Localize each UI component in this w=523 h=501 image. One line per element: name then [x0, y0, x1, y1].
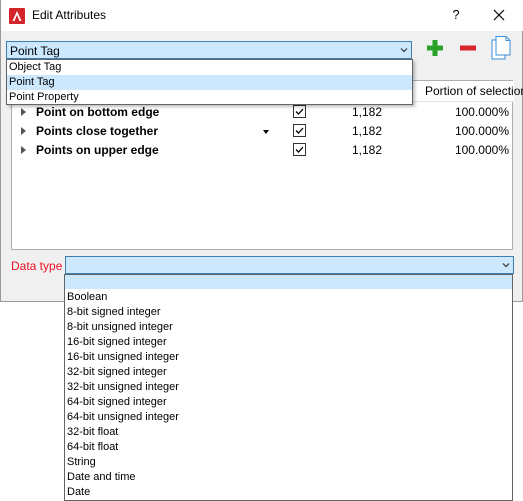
row-name: Points on upper edge [36, 143, 159, 157]
data-type-select[interactable] [65, 256, 514, 274]
close-button[interactable] [488, 4, 510, 26]
dropdown-option[interactable]: 32-bit unsigned integer [67, 381, 179, 393]
window-title: Edit Attributes [32, 8, 107, 22]
app-logo-icon [9, 8, 25, 24]
chevron-down-icon [502, 263, 510, 268]
category-select-value: Point Tag [10, 44, 60, 58]
dropdown-option-blank[interactable] [65, 275, 512, 289]
row-count: 1,182 [352, 143, 383, 157]
table-row[interactable]: Point on bottom edge 1,182 100.000% [12, 103, 512, 122]
dropdown-option[interactable]: 32-bit signed integer [67, 366, 167, 378]
dropdown-option[interactable]: Boolean [67, 291, 107, 303]
dropdown-option[interactable]: 64-bit unsigned integer [67, 411, 179, 423]
dropdown-option[interactable]: Point Property [7, 90, 412, 105]
dropdown-option[interactable]: 16-bit unsigned integer [67, 351, 179, 363]
dropdown-option[interactable]: Date and time [67, 471, 135, 483]
dropdown-option[interactable]: Object Tag [7, 60, 412, 75]
copy-document-icon [491, 36, 511, 60]
title-bar: Edit Attributes ? [1, 0, 523, 31]
close-icon [493, 9, 505, 21]
dropdown-option[interactable]: 64-bit float [67, 441, 118, 453]
row-checkbox[interactable] [293, 143, 306, 156]
row-checkbox[interactable] [293, 124, 306, 137]
row-portion: 100.000% [454, 143, 509, 157]
category-dropdown-list: Object Tag Point Tag Point Property [6, 59, 413, 105]
table-row[interactable]: Points on upper edge 1,182 100.000% [12, 141, 512, 160]
row-checkbox[interactable] [293, 105, 306, 118]
table-row[interactable]: Points close together 1,182 100.000% [12, 122, 512, 141]
dropdown-option[interactable]: Point Tag [7, 75, 412, 90]
copy-attribute-button[interactable] [490, 35, 512, 61]
expand-arrow-icon[interactable] [21, 108, 26, 116]
expand-arrow-icon[interactable] [21, 127, 26, 135]
checkmark-icon [295, 146, 304, 153]
remove-attribute-button[interactable] [458, 38, 478, 58]
row-portion: 100.000% [454, 124, 509, 138]
dropdown-option[interactable]: Date [67, 486, 90, 498]
chevron-down-icon [400, 48, 408, 53]
add-attribute-button[interactable] [425, 38, 445, 58]
data-type-dropdown-list: Boolean 8-bit signed integer 8-bit unsig… [64, 274, 513, 501]
dropdown-option[interactable]: 8-bit unsigned integer [67, 321, 173, 333]
dropdown-option[interactable]: 32-bit float [67, 426, 118, 438]
column-header-portion[interactable]: Portion of selection [412, 81, 523, 102]
dropdown-option[interactable]: String [67, 456, 96, 468]
row-name: Point on bottom edge [36, 105, 160, 119]
attribute-list[interactable]: Portion of selection Point on bottom edg… [11, 80, 523, 250]
dropdown-option[interactable]: 64-bit signed integer [67, 396, 167, 408]
row-name: Points close together [36, 124, 159, 138]
help-button[interactable]: ? [445, 4, 467, 26]
dropdown-option[interactable]: 8-bit signed integer [67, 306, 161, 318]
row-dropdown-arrow-icon[interactable] [263, 130, 269, 134]
checkmark-icon [295, 108, 304, 115]
checkmark-icon [295, 127, 304, 134]
row-portion: 100.000% [454, 105, 509, 119]
row-count: 1,182 [352, 124, 383, 138]
plus-icon [427, 40, 443, 56]
minus-icon [460, 45, 476, 51]
edit-attributes-dialog: Edit Attributes ? Point Tag Portion of s… [0, 0, 523, 302]
data-type-label: Data type [11, 259, 63, 273]
category-select[interactable]: Point Tag [6, 41, 412, 59]
expand-arrow-icon[interactable] [21, 146, 26, 154]
dropdown-option[interactable]: 16-bit signed integer [67, 336, 167, 348]
row-count: 1,182 [352, 105, 383, 119]
